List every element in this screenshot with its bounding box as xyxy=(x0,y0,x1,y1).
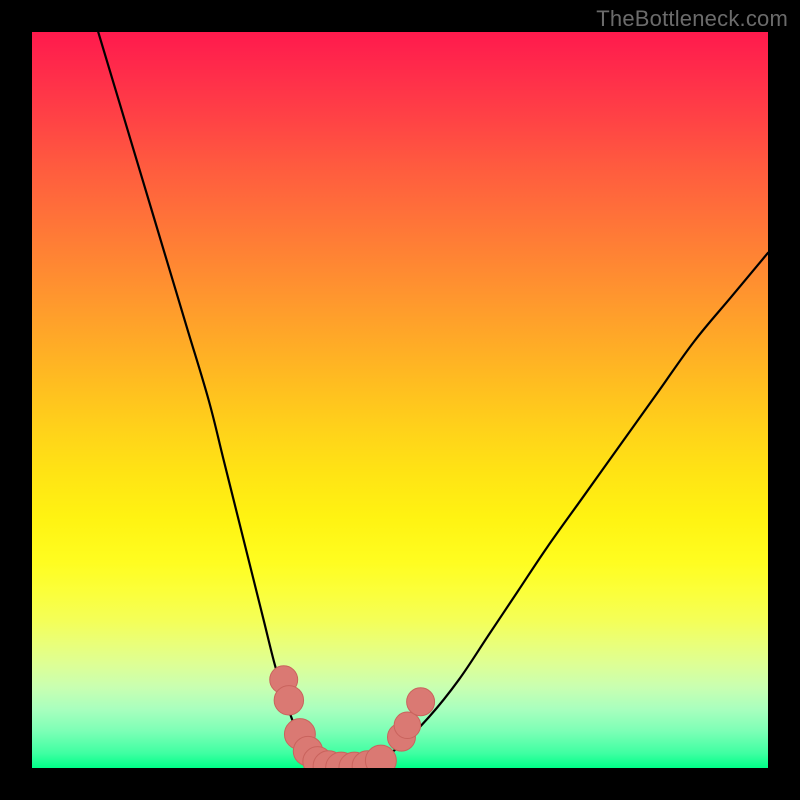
plot-area xyxy=(32,32,768,768)
curve-marker xyxy=(365,745,396,768)
curve-marker xyxy=(407,688,435,716)
watermark-text: TheBottleneck.com xyxy=(596,6,788,32)
curve-marker xyxy=(394,712,421,739)
chart-frame: TheBottleneck.com xyxy=(0,0,800,800)
curve-marker xyxy=(274,686,303,715)
curve-markers xyxy=(270,666,435,768)
bottleneck-curve-path xyxy=(98,32,768,768)
bottleneck-curve-svg xyxy=(32,32,768,768)
